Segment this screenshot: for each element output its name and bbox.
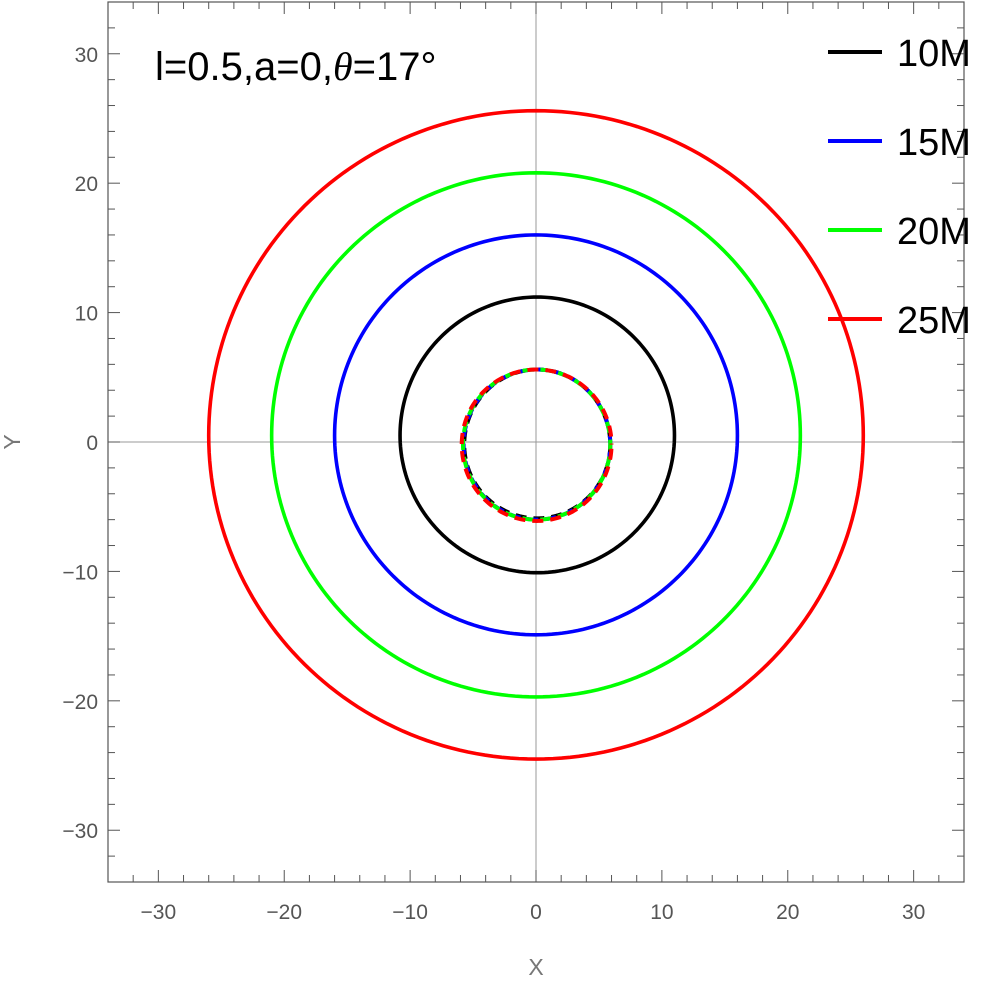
chart: −30 −20 −10 0 10 20 30 −30 −20 −10 0 10 20 30 X Y l=0… bbox=[0, 1, 971, 980]
y-tick-label: 0 bbox=[86, 432, 98, 455]
x-tick-label: −30 bbox=[141, 901, 177, 924]
legend-label-10M: 10M bbox=[897, 33, 971, 75]
x-tick-label: 20 bbox=[776, 901, 799, 924]
x-tick-label: 0 bbox=[530, 901, 542, 924]
y-tick-label: 20 bbox=[75, 173, 98, 196]
y-tick-label: −10 bbox=[62, 561, 98, 584]
x-tick-label: 30 bbox=[902, 901, 925, 924]
x-tick-label: 10 bbox=[650, 901, 673, 924]
annotation-suffix: =17° bbox=[353, 45, 437, 89]
legend: 10M 15M 20M 25M bbox=[828, 33, 971, 342]
x-tick-label: −10 bbox=[392, 901, 428, 924]
annotation-prefix: l=0.5,a=0, bbox=[155, 45, 333, 89]
parameter-annotation: l=0.5,a=0,θ=17° bbox=[155, 44, 436, 89]
y-tick-label: −30 bbox=[62, 820, 98, 843]
y-tick-label: −20 bbox=[62, 691, 98, 714]
y-tick-label: 30 bbox=[75, 44, 98, 67]
x-axis-title: X bbox=[528, 954, 543, 980]
legend-label-25M: 25M bbox=[897, 300, 971, 342]
annotation-theta-symbol: θ bbox=[333, 44, 353, 89]
zero-lines bbox=[108, 2, 964, 882]
y-axis-title: Y bbox=[0, 434, 25, 449]
x-tick-label: −20 bbox=[266, 901, 302, 924]
legend-label-15M: 15M bbox=[897, 122, 971, 164]
legend-label-20M: 20M bbox=[897, 211, 971, 253]
y-tick-label: 10 bbox=[75, 303, 98, 326]
curve-10M bbox=[398, 295, 677, 575]
